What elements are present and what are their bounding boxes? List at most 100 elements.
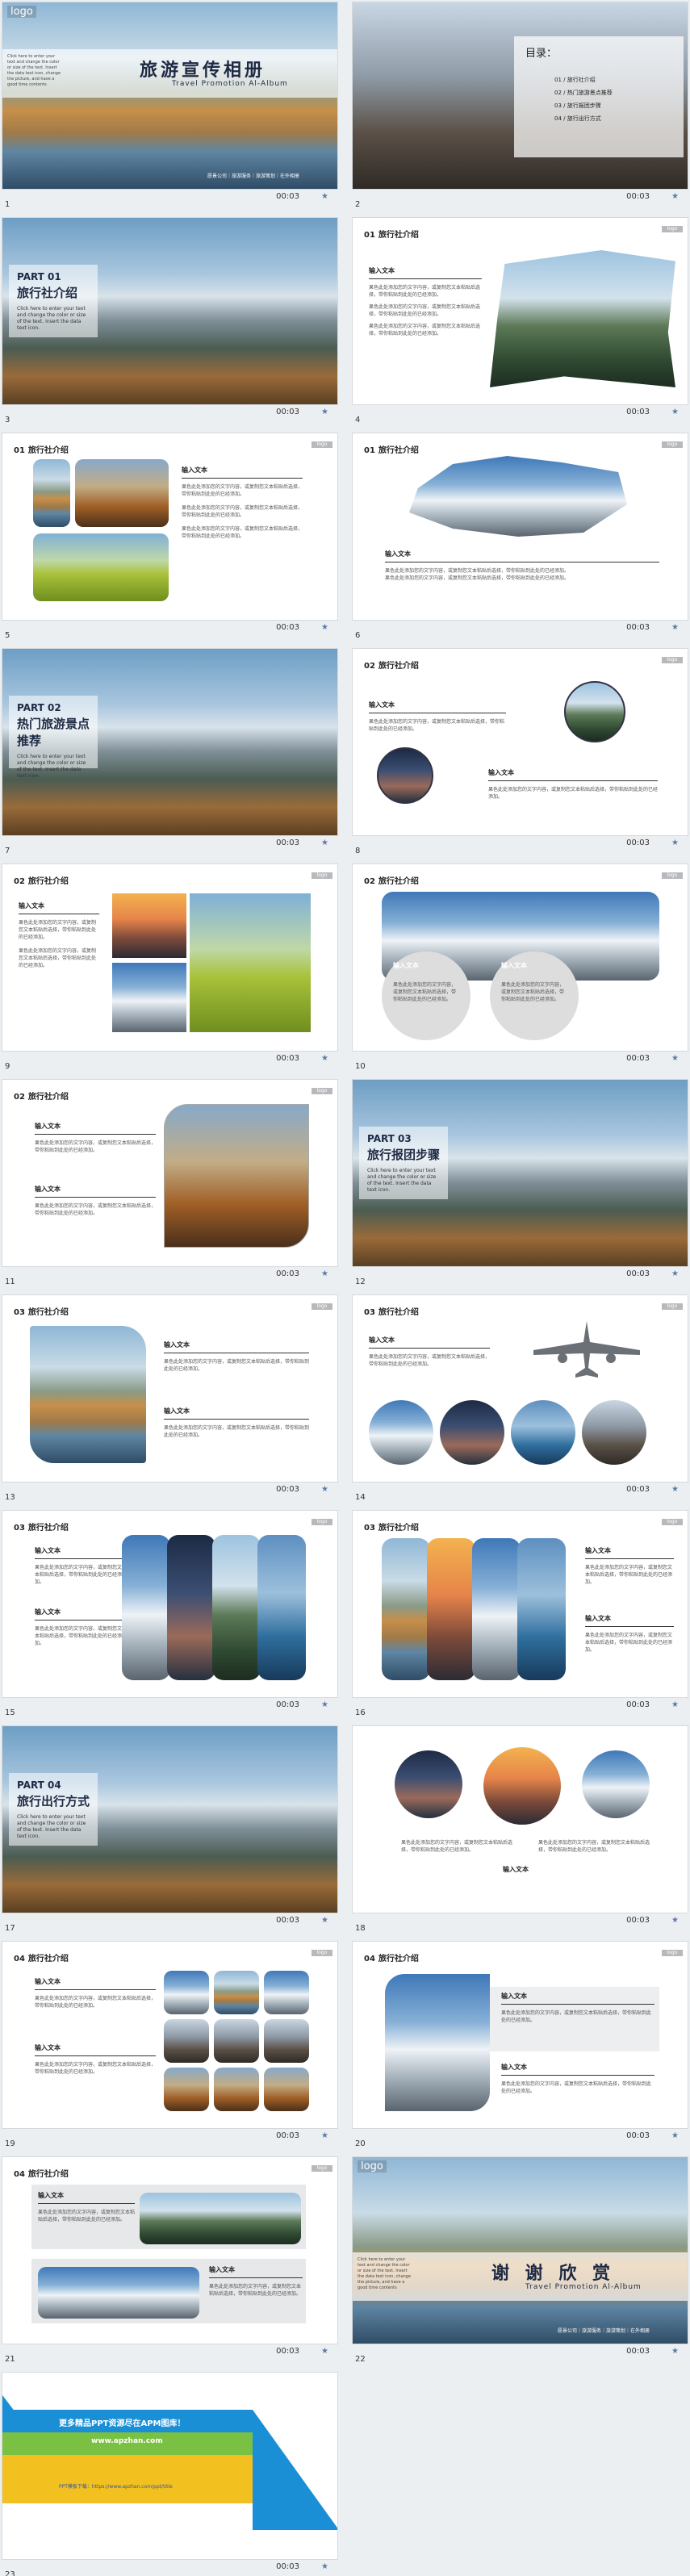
star-icon[interactable]: ★ <box>321 1054 328 1063</box>
slide-6[interactable]: 01 旅行社介绍 logo 输入文本 果色此处添加您的文字内容，或复制您文本粘贴后… <box>352 433 688 647</box>
section-header: 04 旅行社介绍 <box>14 2170 69 2179</box>
slide-17[interactable]: PART 04 旅行出行方式 Click here to enter your … <box>2 1725 338 1940</box>
slide-number: 21 <box>5 2355 15 2364</box>
slide-16[interactable]: 03 旅行社介绍 logo 输入文本 果色此处添加您的文字内容，或复制您文本粘贴后… <box>352 1510 688 1725</box>
slide-time: 00:03 <box>276 1485 299 1494</box>
slide-number: 9 <box>5 1062 10 1071</box>
slide-10[interactable]: 02 旅行社介绍 logo 输入文本 果色此处添加您的文字内容，或复制您文本粘贴后… <box>352 864 688 1078</box>
slide-8[interactable]: 02 旅行社介绍 logo 输入文本 果色此处添加您的文字内容，或复制您文本粘贴后… <box>352 648 688 863</box>
slide-time: 00:03 <box>276 192 299 201</box>
toc-item[interactable]: 04 / 旅行出行方式 <box>554 112 613 125</box>
section-header: 04 旅行社介绍 <box>364 1955 419 1963</box>
star-icon[interactable]: ★ <box>321 2562 328 2571</box>
slide-number: 11 <box>5 1278 15 1286</box>
photo <box>517 1538 566 1680</box>
slide-4[interactable]: 01 旅行社介绍 logo 输入文本 果色此处添加您的文字内容，或复制您文本粘贴后… <box>352 217 688 432</box>
slide-time: 00:03 <box>626 192 650 201</box>
cover-subtitle: Travel Promotion Al-Album <box>172 80 288 88</box>
slide-2[interactable]: 目录： 01 / 旅行社介绍 02 / 热门旅游景点推荐 03 / 旅行报团步骤… <box>352 2 688 216</box>
airplane-icon <box>533 1321 640 1378</box>
slide-5[interactable]: 01 旅行社介绍 logo 输入文本 果色此处添加您的文字内容，或复制您文本粘贴后… <box>2 433 338 647</box>
slide-11[interactable]: 02 旅行社介绍 logo 输入文本 果色此处添加您的文字内容，或复制您文本粘贴后… <box>2 1079 338 1294</box>
star-icon[interactable]: ★ <box>321 2347 328 2356</box>
slide-frame: 02 旅行社介绍 logo 输入文本 果色此处添加您的文字内容，或复制您文本粘贴后… <box>2 1079 338 1267</box>
slide-7[interactable]: PART 02 热门旅游景点推荐 Click here to enter you… <box>2 648 338 863</box>
part-title: 热门旅游景点推荐 <box>17 717 90 748</box>
slide-frame: 04 旅行社介绍 logo 输入文本 果色此处添加您的文字内容，或复制您文本粘贴后… <box>2 2156 338 2344</box>
star-icon[interactable]: ★ <box>671 1485 679 1494</box>
star-icon[interactable]: ★ <box>321 1485 328 1494</box>
input-title: 输入文本 <box>501 1993 527 2000</box>
star-icon[interactable]: ★ <box>321 192 328 201</box>
star-icon[interactable]: ★ <box>671 1916 679 1925</box>
slide-9[interactable]: 02 旅行社介绍 logo 输入文本 果色此处添加您的文字内容，或复制您文本粘贴后… <box>2 864 338 1078</box>
slide-18[interactable]: 果色此处添加您的文字内容，或复制您文本粘贴后选择，带你粘贴到此处的已经添加。 果… <box>352 1725 688 1940</box>
star-icon[interactable]: ★ <box>321 2131 328 2140</box>
star-icon[interactable]: ★ <box>671 408 679 416</box>
text-block: 输入文本 果色此处添加您的文字内容，或复制您文本粘贴后选择，带你粘贴到此处的已经… <box>488 768 658 801</box>
input-title: 输入文本 <box>488 769 514 776</box>
logo: logo <box>7 6 36 18</box>
slide-20[interactable]: 04 旅行社介绍 logo 输入文本 果色此处添加您的文字内容，或复制您文本粘贴后… <box>352 1941 688 2156</box>
text-block: 输入文本 果色此处添加您的文字内容，或复制您文本粘贴后选择，带你粘贴到此处的已经… <box>35 1122 156 1154</box>
star-icon[interactable]: ★ <box>321 838 328 847</box>
body-text: 果色此处添加您的文字内容，或复制您文本粘贴后选择，带你粘贴到此处的已经添加。 <box>401 1840 513 1853</box>
ad-url[interactable]: www.apzhan.com <box>91 2437 163 2445</box>
slide-3[interactable]: PART 01 旅行社介绍 Click here to enter your t… <box>2 217 338 432</box>
photo <box>214 2068 259 2111</box>
star-icon[interactable]: ★ <box>321 1700 328 1709</box>
input-title: 输入文本 <box>164 1341 190 1349</box>
part-title: 旅行社介绍 <box>17 286 78 300</box>
slide-12[interactable]: PART 03 旅行报团步骤 Click here to enter your … <box>352 1079 688 1294</box>
cover-title: 旅游宣传相册 <box>140 61 266 81</box>
input-title: 输入文本 <box>164 1407 190 1415</box>
slide-21[interactable]: 04 旅行社介绍 logo 输入文本 果色此处添加您的文字内容，或复制您文本粘贴后… <box>2 2156 338 2371</box>
star-icon[interactable]: ★ <box>671 1700 679 1709</box>
logo-tag: logo <box>662 872 683 879</box>
logo-tag: logo <box>662 1519 683 1525</box>
slide-22[interactable]: logo Click here to enter your text and c… <box>352 2156 688 2371</box>
photo <box>112 963 186 1032</box>
star-icon[interactable]: ★ <box>321 623 328 632</box>
ad-download-link[interactable]: PPT模板下载：https://www.apzhan.com/ppt/title <box>59 2482 173 2490</box>
divider <box>35 2055 156 2056</box>
photo <box>427 1538 475 1680</box>
star-icon[interactable]: ★ <box>321 1269 328 1278</box>
star-icon[interactable]: ★ <box>671 192 679 201</box>
input-title: 输入文本 <box>501 2064 527 2071</box>
part-hint: Click here to enter your text and change… <box>17 306 86 331</box>
slide-13[interactable]: 03 旅行社介绍 logo 输入文本 果色此处添加您的文字内容，或复制您文本粘贴后… <box>2 1294 338 1509</box>
slide-number: 1 <box>5 200 10 209</box>
hint-text: Click here to enter your text and change… <box>358 2257 412 2290</box>
body-text: 果色此处添加您的文字内容，或复制您文本粘贴后选择，带你粘贴到此处的已经添加。 <box>369 1354 491 1367</box>
text-block: 输入文本 果色此处添加您的文字内容，或复制您文本粘贴后选择，带你粘贴到此处的已经… <box>209 2265 303 2298</box>
toc-item[interactable]: 03 / 旅行报团步骤 <box>554 99 613 112</box>
star-icon[interactable]: ★ <box>671 623 679 632</box>
section-header: 03 旅行社介绍 <box>364 1308 419 1317</box>
star-icon[interactable]: ★ <box>671 2131 679 2140</box>
photo-brush <box>490 250 675 387</box>
star-icon[interactable]: ★ <box>671 838 679 847</box>
divider <box>182 478 303 479</box>
star-icon[interactable]: ★ <box>671 1269 679 1278</box>
body-text: 果色此处添加您的文字内容，或复制您文本粘贴后选择，带你粘贴到此处的已经添加。 <box>164 1359 310 1372</box>
body-text: 果色此处添加您的文字内容，或复制您文本粘贴后选择，带你粘贴到此处的已经添加。 <box>585 1565 673 1585</box>
body-text: 果色此处添加您的文字内容，或复制您文本粘贴后选择，带你粘贴到此处的已经添加。 <box>369 719 505 732</box>
star-icon[interactable]: ★ <box>671 2347 679 2356</box>
slide-15[interactable]: 03 旅行社介绍 logo 输入文本 果色此处添加您的文字内容，或复制您文本粘贴后… <box>2 1510 338 1725</box>
slide-14[interactable]: 03 旅行社介绍 logo 输入文本 果色此处添加您的文字内容，或复制您文本粘贴后… <box>352 1294 688 1509</box>
toc-item[interactable]: 02 / 热门旅游景点推荐 <box>554 86 613 99</box>
divider <box>369 278 482 279</box>
slide-23[interactable]: 更多精品PPT资源尽在APM图库！ www.apzhan.com PPT模板下载… <box>2 2372 338 2576</box>
cover-links: 愿景公司｜旅游服务｜旅游策划｜在外相册 <box>207 174 300 179</box>
star-icon[interactable]: ★ <box>321 1916 328 1925</box>
text-block: 输入文本 果色此处添加您的文字内容，或复制您文本粘贴后选择，带你粘贴到此处的已经… <box>38 2191 135 2223</box>
star-icon[interactable]: ★ <box>671 1054 679 1063</box>
closing-title: 谢 谢 欣 赏 <box>491 2264 615 2284</box>
star-icon[interactable]: ★ <box>321 408 328 416</box>
photo <box>33 533 169 601</box>
slide-19[interactable]: 04 旅行社介绍 logo 输入文本 果色此处添加您的文字内容，或复制您文本粘贴后… <box>2 1941 338 2156</box>
photo-circle <box>564 681 625 742</box>
toc-item[interactable]: 01 / 旅行社介绍 <box>554 73 613 86</box>
slide-1[interactable]: logo Click here to enter your text and c… <box>2 2 338 216</box>
